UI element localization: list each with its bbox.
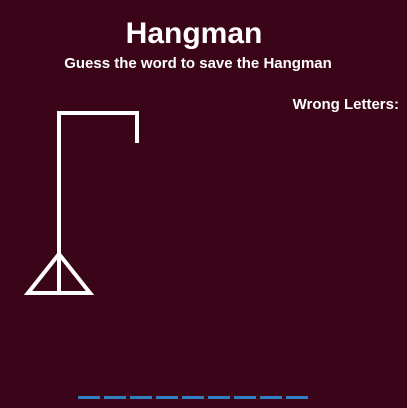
hangman-figure (23, 111, 139, 295)
letter-slot (104, 383, 126, 399)
letter-slot (182, 383, 204, 399)
letter-slot (260, 383, 282, 399)
letter-slot (78, 383, 100, 399)
letter-slot (130, 383, 152, 399)
word-blanks (78, 383, 308, 399)
letter-slot (286, 383, 308, 399)
letter-slot (156, 383, 178, 399)
letter-slot (208, 383, 230, 399)
letter-slot (234, 383, 256, 399)
